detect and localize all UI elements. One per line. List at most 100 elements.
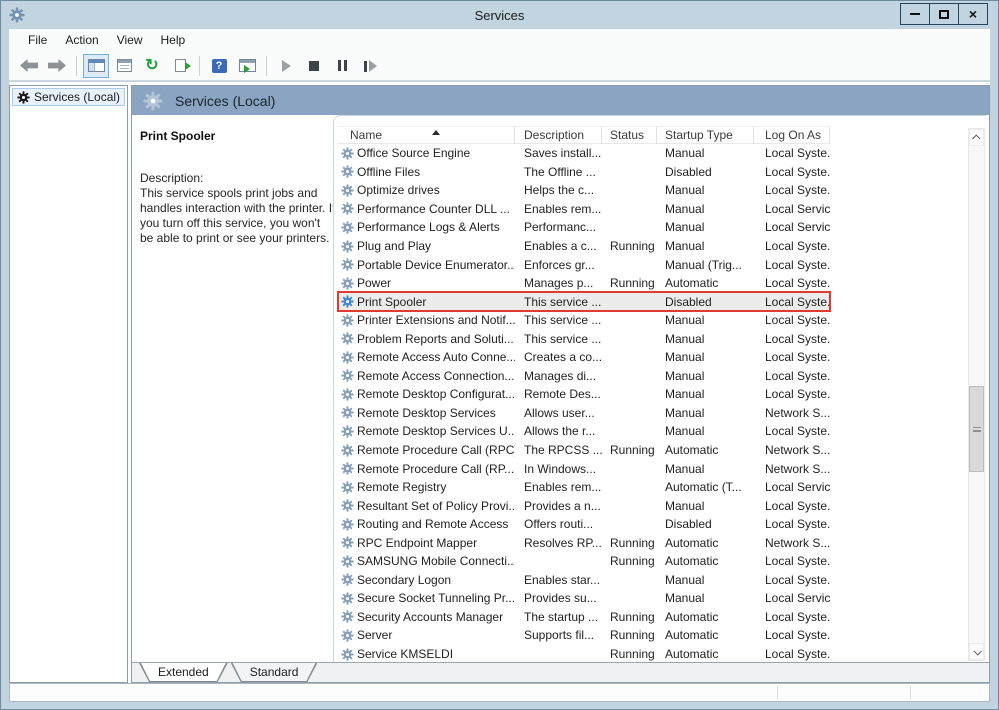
table-row[interactable]: Remote Procedure Call (RP...In Windows..… xyxy=(338,459,830,478)
refresh-icon: ↻ xyxy=(145,58,158,74)
cell-description: This service ... xyxy=(515,313,602,327)
cell-log-on_as: Local Syste... xyxy=(754,517,830,531)
table-row[interactable]: Remote Desktop Services U...Allows the r… xyxy=(338,422,830,441)
show-console-tree-button[interactable] xyxy=(83,54,109,78)
cell-description: Enables star... xyxy=(515,573,602,587)
cell-startup-type: Manual xyxy=(657,239,754,253)
table-row[interactable]: Secure Socket Tunneling Pr...Provides su… xyxy=(338,589,830,608)
service-icon xyxy=(341,388,354,401)
tab-standard[interactable]: Standard xyxy=(231,663,318,682)
cell-log-on_as: Local Syste... xyxy=(754,313,830,327)
scrollbar-thumb[interactable] xyxy=(969,386,984,472)
close-button[interactable]: × xyxy=(958,3,988,25)
description-label: Description: xyxy=(140,171,328,186)
table-row[interactable]: Offline FilesThe Offline ...DisabledLoca… xyxy=(338,163,830,182)
table-row[interactable]: Problem Reports and Soluti...This servic… xyxy=(338,329,830,348)
back-button[interactable] xyxy=(16,54,42,78)
table-row[interactable]: Remote Access Connection...Manages di...… xyxy=(338,367,830,386)
cell-name: Service KMSELDI xyxy=(338,647,515,661)
export-list-button[interactable] xyxy=(167,54,193,78)
menu-file[interactable]: File xyxy=(19,31,56,49)
table-row[interactable]: Remote Access Auto Conne...Creates a co.… xyxy=(338,348,830,367)
cell-startup-type: Disabled xyxy=(657,165,754,179)
extended-view-button[interactable] xyxy=(234,54,260,78)
show-console-tree-icon xyxy=(88,59,105,72)
tree-item-services-local[interactable]: Services (Local) xyxy=(12,88,125,106)
forward-icon xyxy=(48,59,66,72)
table-row[interactable]: Remote Procedure Call (RPC)The RPCSS ...… xyxy=(338,441,830,460)
menu-action[interactable]: Action xyxy=(56,31,107,49)
service-icon xyxy=(341,147,354,160)
table-row[interactable]: Performance Logs & AlertsPerformanc...Ma… xyxy=(338,218,830,237)
column-header-log-on-as[interactable]: Log On As xyxy=(754,126,830,144)
table-row[interactable]: SAMSUNG Mobile Connecti...RunningAutomat… xyxy=(338,552,830,571)
tab-extended[interactable]: Extended xyxy=(139,663,228,682)
table-row[interactable]: ServerSupports fil...RunningAutomaticLoc… xyxy=(338,626,830,645)
table-row[interactable]: Security Accounts ManagerThe startup ...… xyxy=(338,608,830,627)
cell-startup-type: Manual xyxy=(657,387,754,401)
table-row[interactable]: Plug and PlayEnables a c...RunningManual… xyxy=(338,237,830,256)
cell-description: Enables rem... xyxy=(515,480,602,494)
sort-ascending-icon xyxy=(432,130,440,135)
toolbar: ↻? xyxy=(9,51,990,81)
cell-name: Remote Access Connection... xyxy=(338,369,515,383)
table-row[interactable]: Print SpoolerThis service ...DisabledLoc… xyxy=(338,292,830,311)
maximize-button[interactable] xyxy=(929,3,959,25)
cell-description: Provides su... xyxy=(515,591,602,605)
table-row[interactable]: Remote Desktop ServicesAllows user...Man… xyxy=(338,404,830,423)
properties-icon xyxy=(117,59,132,72)
menu-help[interactable]: Help xyxy=(152,31,195,49)
cell-startup-type: Automatic (T... xyxy=(657,480,754,494)
service-icon xyxy=(341,332,354,345)
table-row[interactable]: Printer Extensions and Notif...This serv… xyxy=(338,311,830,330)
forward-button[interactable] xyxy=(44,54,70,78)
cell-log-on_as: Local Service xyxy=(754,220,830,234)
table-row[interactable]: Service KMSELDIRunningAutomaticLocal Sys… xyxy=(338,645,830,664)
extended-view-icon xyxy=(239,59,256,72)
service-icon xyxy=(341,258,354,271)
table-row[interactable]: RPC Endpoint MapperResolves RP...Running… xyxy=(338,533,830,552)
cell-startup-type: Manual (Trig... xyxy=(657,258,754,272)
details-pane: Services (Local) Print Spooler Descripti… xyxy=(131,85,990,683)
service-icon xyxy=(341,573,354,586)
column-header-name[interactable]: Name xyxy=(338,126,515,144)
cell-description: Helps the c... xyxy=(515,183,602,197)
restart-service-button[interactable] xyxy=(357,54,383,78)
service-icon xyxy=(341,369,354,382)
properties-button[interactable] xyxy=(111,54,137,78)
service-icon xyxy=(341,462,354,475)
table-row[interactable]: Secondary LogonEnables star...ManualLoca… xyxy=(338,571,830,590)
table-row[interactable]: Performance Counter DLL ...Enables rem..… xyxy=(338,200,830,219)
table-row[interactable]: Remote Desktop Configurat...Remote Des..… xyxy=(338,385,830,404)
cell-log-on_as: Local Syste... xyxy=(754,350,830,364)
menu-view[interactable]: View xyxy=(108,31,152,49)
table-row[interactable]: Portable Device Enumerator...Enforces gr… xyxy=(338,255,830,274)
cell-startup-type: Disabled xyxy=(657,517,754,531)
help-button[interactable]: ? xyxy=(206,54,232,78)
start-service-button[interactable] xyxy=(273,54,299,78)
cell-startup-type: Automatic xyxy=(657,628,754,642)
stop-service-button[interactable] xyxy=(301,54,327,78)
minimize-button[interactable] xyxy=(900,3,930,25)
table-row[interactable]: Resultant Set of Policy Provi...Provides… xyxy=(338,496,830,515)
column-header-status[interactable]: Status xyxy=(602,126,657,144)
cell-name: Secondary Logon xyxy=(338,573,515,587)
pause-service-button[interactable] xyxy=(329,54,355,78)
table-row[interactable]: Remote RegistryEnables rem...Automatic (… xyxy=(338,478,830,497)
table-row[interactable]: Optimize drivesHelps the c...ManualLocal… xyxy=(338,181,830,200)
cell-description: Supports fil... xyxy=(515,628,602,642)
cell-log-on_as: Network S... xyxy=(754,462,830,476)
status-bar xyxy=(9,683,990,702)
chevron-up-icon xyxy=(972,134,980,142)
table-row[interactable]: PowerManages p...RunningAutomaticLocal S… xyxy=(338,274,830,293)
table-row[interactable]: Office Source EngineSaves install...Manu… xyxy=(338,144,830,163)
close-icon: × xyxy=(969,7,977,21)
column-header-description[interactable]: Description xyxy=(515,126,602,144)
scroll-up-button[interactable] xyxy=(969,129,984,146)
service-icon xyxy=(341,295,354,308)
refresh-button[interactable]: ↻ xyxy=(139,54,165,78)
table-row[interactable]: Routing and Remote AccessOffers routi...… xyxy=(338,515,830,534)
vertical-scrollbar[interactable] xyxy=(968,128,985,661)
column-header-startup-type[interactable]: Startup Type xyxy=(657,126,754,144)
scroll-down-button[interactable] xyxy=(969,643,984,660)
